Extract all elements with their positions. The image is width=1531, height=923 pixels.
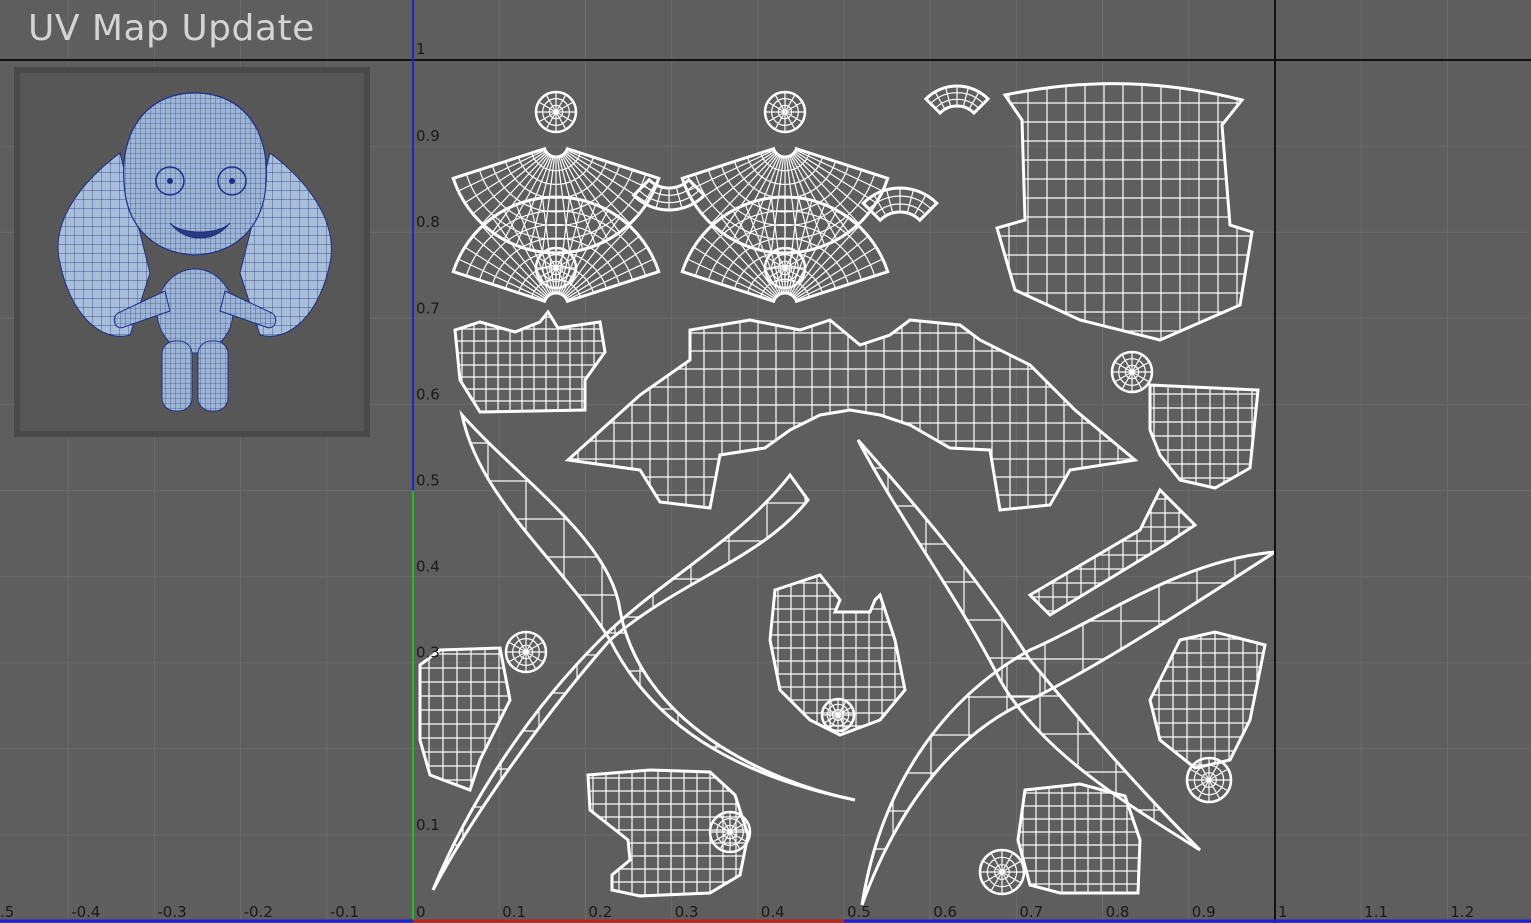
- v-tick-label: 0.1: [416, 816, 440, 834]
- hand-island-right: [1150, 632, 1265, 768]
- mesh-preview-panel: [14, 67, 370, 437]
- u-tick-label: 0.1: [502, 903, 526, 921]
- u-tick-label: -0.1: [330, 903, 359, 921]
- torso-band-island: [568, 320, 1135, 510]
- u-tick-label: 0.9: [1192, 903, 1216, 921]
- eye-disk-top-0: [534, 90, 578, 134]
- u-tick-label: -0.4: [71, 903, 100, 921]
- foot-island-right: [1150, 385, 1258, 488]
- v-tick-label: 0.5: [416, 472, 440, 490]
- character-mesh-preview: [57, 92, 332, 412]
- v-tick-label: 0.8: [416, 213, 440, 231]
- eye-disk-bottom-0: [534, 246, 578, 290]
- u-tick-label: 0.7: [1019, 903, 1043, 921]
- eye-disk-top-1: [763, 90, 807, 134]
- left-leg: [161, 340, 193, 412]
- u-tick-label: -0.2: [244, 903, 273, 921]
- bottom-ball-left: [708, 810, 752, 854]
- chest-ball: [820, 697, 856, 733]
- v-tick-label: 1: [416, 40, 426, 58]
- right-leg: [197, 340, 229, 412]
- v-tick-label: 0.7: [416, 299, 440, 317]
- u-tick-label: 0.6: [933, 903, 957, 921]
- u-tick-labels: -0.5 -0.4 -0.3 -0.2 -0.1 0 0.1 0.2 0.3 0.4 0.5 0.6 0…: [0, 903, 1474, 921]
- foot-stick-outline: [1027, 487, 1198, 617]
- v-tick-label: 0.3: [416, 644, 440, 662]
- hand-ball-right: [1185, 756, 1233, 804]
- u-tick-label: 0.2: [588, 903, 612, 921]
- hand-ball-left: [504, 630, 548, 674]
- bottom-ball-right: [978, 848, 1026, 896]
- v-tick-label: 0.4: [416, 558, 440, 576]
- u-tick-label: -0.3: [157, 903, 186, 921]
- ear-leaf-1-outline: [459, 409, 856, 802]
- head: [122, 92, 268, 256]
- u-tick-label: 0.4: [761, 903, 785, 921]
- uv-editor-viewport[interactable]: -0.5 -0.4 -0.3 -0.2 -0.1 0 0.1 0.2 0.3 0.4 0.5 0.6 0…: [0, 0, 1531, 923]
- u-tick-label: 0.8: [1106, 903, 1130, 921]
- uv-islands[interactable]: [415, 65, 1280, 910]
- u-tick-label: 1.2: [1450, 903, 1474, 921]
- cup-top: [923, 84, 991, 116]
- u-tick-label: 0: [416, 903, 426, 921]
- u-tick-label: 1: [1278, 903, 1288, 921]
- u-tick-label: 0.3: [675, 903, 699, 921]
- head-island: [997, 83, 1252, 341]
- foot-ball-right: [1110, 350, 1154, 394]
- v-tick-label: 0.9: [416, 127, 440, 145]
- v-tick-label: 0.6: [416, 385, 440, 403]
- torso-band-island-outline: [564, 318, 1139, 512]
- u-tick-label: 1.1: [1364, 903, 1388, 921]
- eye-disk-bottom-1: [763, 246, 807, 290]
- u-tick-label: 0.5: [847, 903, 871, 921]
- page-title: UV Map Update: [28, 8, 315, 49]
- u-tick-label: -0.5: [0, 903, 14, 921]
- cup-right: [861, 186, 939, 223]
